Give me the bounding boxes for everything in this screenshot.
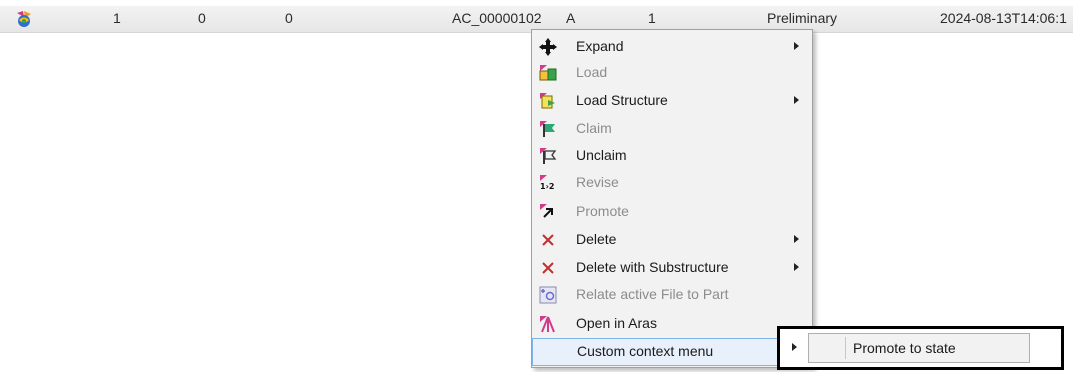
aras-icon <box>538 314 558 334</box>
cell-state: Preliminary <box>767 10 838 26</box>
submenu-arrow-icon <box>794 235 799 243</box>
delete-icon <box>538 230 558 250</box>
menu-item-label: Revise <box>576 174 619 190</box>
cell-date: 2024-08-13T14:06:1 <box>940 10 1067 26</box>
expand-icon <box>538 37 558 57</box>
menu-item-revise[interactable]: 1›2 Revise <box>532 170 812 196</box>
cell-col3: 0 <box>285 10 293 26</box>
menu-item-label: Expand <box>576 38 624 54</box>
menu-item-label: Load Structure <box>576 92 668 108</box>
submenu-item-promote-to-state[interactable]: Promote to state <box>853 340 956 356</box>
cell-revision: A <box>566 10 576 26</box>
cell-col1: 1 <box>113 10 121 26</box>
menu-item-relate-file[interactable]: Relate active File to Part <box>532 282 812 308</box>
load-structure-icon <box>538 91 558 111</box>
menu-item-load[interactable]: Load <box>532 60 812 86</box>
app-logo-icon <box>14 9 34 29</box>
menu-item-label: Open in Aras <box>576 315 657 331</box>
menu-item-label: Claim <box>576 120 612 136</box>
submenu-arrow-icon <box>792 343 797 351</box>
load-icon <box>538 63 558 83</box>
menu-item-label: Delete with Substructure <box>576 259 729 275</box>
menu-item-label: Delete <box>576 231 617 247</box>
menu-item-claim[interactable]: Claim <box>532 116 812 142</box>
menu-item-label: Custom context menu <box>577 343 714 359</box>
menu-item-label: Relate active File to Part <box>576 286 729 302</box>
menu-item-expand[interactable]: Expand <box>532 34 812 60</box>
menu-item-load-structure[interactable]: Load Structure <box>532 88 812 114</box>
promote-icon <box>538 202 558 222</box>
menu-item-label: Load <box>576 64 608 80</box>
menu-item-label: Promote <box>576 203 629 219</box>
cell-col2: 0 <box>198 10 206 26</box>
menu-item-custom-context-menu[interactable]: Custom context menu <box>532 338 812 366</box>
menu-item-label: Unclaim <box>576 147 627 163</box>
relate-file-icon <box>538 285 558 305</box>
menu-item-promote[interactable]: Promote <box>532 199 812 225</box>
menu-item-delete-substructure[interactable]: Delete with Substructure <box>532 255 812 281</box>
menu-item-open-in-aras[interactable]: Open in Aras <box>532 311 812 337</box>
unclaim-flag-icon <box>538 146 558 166</box>
cell-generation: 1 <box>648 10 656 26</box>
revise-icon: 1›2 <box>538 173 558 193</box>
cell-item-number: AC_00000102 <box>452 10 542 26</box>
submenu-arrow-icon <box>794 96 799 104</box>
submenu-arrow-icon <box>794 42 799 50</box>
custom-submenu: Promote to state <box>808 333 1030 363</box>
svg-text:1›2: 1›2 <box>540 182 554 191</box>
claim-flag-icon <box>538 119 558 139</box>
submenu-arrow-icon <box>794 263 799 271</box>
context-menu: Expand Load Load Structure Claim Unclaim… <box>531 29 813 368</box>
delete-substructure-icon <box>538 258 558 278</box>
menu-item-unclaim[interactable]: Unclaim <box>532 143 812 169</box>
custom-menu-arrow[interactable] <box>783 337 805 359</box>
menu-item-delete[interactable]: Delete <box>532 227 812 253</box>
submenu-separator <box>845 337 846 359</box>
